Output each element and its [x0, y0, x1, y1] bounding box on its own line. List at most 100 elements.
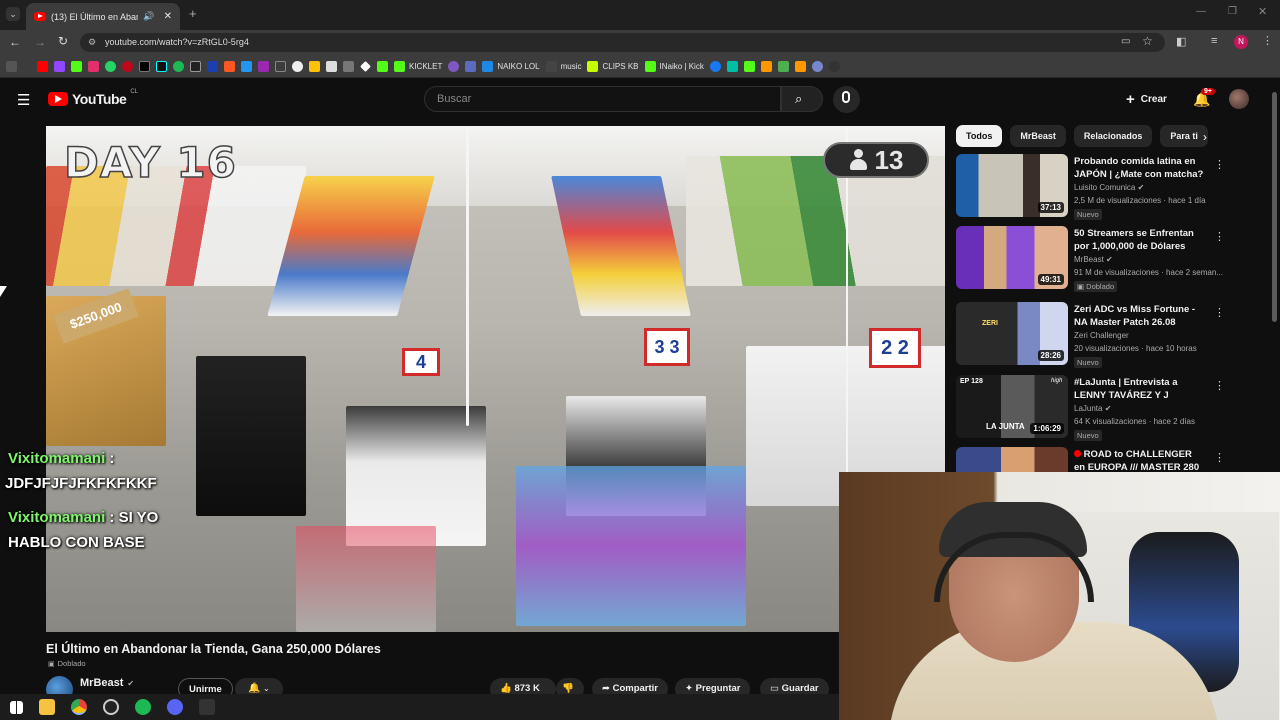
purple-bookmark-icon[interactable] — [258, 60, 269, 72]
diamond-bookmark-icon[interactable] — [360, 60, 371, 72]
youtube-logo[interactable]: YouTube CL — [48, 89, 138, 107]
dark-bookmark-icon[interactable] — [828, 60, 840, 72]
chip-todos[interactable]: Todos — [956, 125, 1003, 147]
brown-bookmark-icon[interactable] — [760, 60, 772, 72]
kick-bookmark-icon[interactable] — [71, 60, 82, 72]
url-bar[interactable]: ⚙ youtube.com/watch?v=zRtGL0-5rg4 — [80, 33, 1165, 52]
swirl-bookmark-icon[interactable] — [811, 60, 823, 72]
u-bookmark-icon[interactable] — [794, 60, 806, 72]
create-button[interactable]: + Crear — [1126, 91, 1167, 108]
blue2-bookmark-icon[interactable] — [241, 60, 252, 72]
file-explorer-icon[interactable] — [39, 699, 55, 715]
back-icon[interactable]: ← — [9, 35, 21, 49]
cat-bookmark-icon[interactable] — [326, 60, 337, 72]
facebook-bookmark-icon[interactable] — [709, 60, 721, 72]
site-info-icon[interactable]: ⚙ — [88, 33, 96, 52]
apps-grid-icon[interactable] — [6, 60, 17, 72]
windows-start-icon[interactable] — [10, 700, 23, 714]
browser-menu-icon[interactable]: ⋮ — [1262, 34, 1273, 47]
close-tab-icon[interactable]: ✕ — [164, 11, 172, 22]
rec-item-3[interactable]: ZERI 28:26 Zeri ADC vs Miss Fortune - NA… — [956, 302, 1226, 370]
minimize-icon[interactable]: — — [1196, 6, 1206, 17]
cast-icon[interactable]: ▭ — [1121, 36, 1130, 47]
reload-icon[interactable]: ↻ — [58, 34, 68, 48]
rec-thumbnail[interactable]: ZERI 28:26 — [956, 302, 1068, 365]
tab-youtube[interactable]: (13) El Último en Abandona 🔊 ✕ — [26, 3, 180, 30]
rec-channel[interactable]: LaJunta ✔ — [1074, 404, 1111, 413]
hamburger-menu-icon[interactable]: ☰ — [17, 91, 30, 109]
search-input[interactable]: Buscar — [424, 86, 781, 112]
close-window-icon[interactable]: ✕ — [1258, 5, 1267, 18]
rec-thumbnail[interactable]: EP 128 high LA JUNTA 1:06:29 — [956, 375, 1068, 438]
rec-title[interactable]: Probando comida latina en JAPÓN | ¿Mate … — [1074, 155, 1204, 181]
gray-bookmark-icon[interactable] — [343, 60, 354, 72]
rec-menu-icon[interactable]: ⋮ — [1214, 379, 1225, 392]
rec-thumbnail[interactable]: 49:31 — [956, 226, 1068, 289]
spotify-taskbar-icon[interactable] — [135, 699, 151, 715]
bookmark-naiko-kick[interactable]: INaiko | Kick — [644, 60, 704, 72]
green-bookmark-icon[interactable] — [377, 60, 388, 72]
rec-menu-icon[interactable]: ⋮ — [1214, 451, 1225, 464]
chip-para-ti[interactable]: Para ti — [1160, 125, 1208, 147]
profile-avatar[interactable]: N — [1234, 35, 1248, 49]
new-tab-button[interactable]: + — [189, 6, 197, 21]
chips-next-icon[interactable]: › — [1203, 130, 1207, 144]
shield-bookmark-icon[interactable] — [465, 60, 477, 72]
app-taskbar-icon[interactable] — [199, 699, 215, 715]
forward-icon[interactable]: → — [34, 35, 46, 49]
rec-channel[interactable]: Zeri Challenger — [1074, 331, 1129, 340]
page-scrollbar[interactable] — [1272, 92, 1277, 322]
rec-menu-icon[interactable]: ⋮ — [1214, 306, 1225, 319]
pinterest-bookmark-icon[interactable] — [122, 60, 133, 72]
green2-bookmark-icon[interactable] — [777, 60, 789, 72]
chrome-bookmark-icon[interactable] — [292, 60, 303, 72]
x-bookmark-icon[interactable] — [139, 60, 150, 72]
rec-thumbnail[interactable] — [956, 447, 1068, 472]
rec-channel[interactable]: MrBeast ✔ — [1074, 255, 1113, 264]
rec-menu-icon[interactable]: ⋮ — [1214, 230, 1225, 243]
notifications-button[interactable]: 🔔 9+ — [1193, 88, 1215, 109]
rec-title[interactable]: Zeri ADC vs Miss Fortune - NA Master Pat… — [1074, 303, 1204, 329]
account-avatar[interactable] — [1229, 89, 1249, 109]
instagram-bookmark-icon[interactable] — [88, 60, 99, 72]
bookmark-music[interactable]: music — [545, 60, 581, 72]
tab-list-icon[interactable]: ⌄ — [6, 7, 20, 21]
spotify-bookmark-icon[interactable] — [173, 60, 184, 72]
s-bookmark-icon[interactable] — [190, 60, 201, 72]
kick2-bookmark-icon[interactable] — [743, 60, 755, 72]
media-control-icon[interactable]: ≡ — [1211, 35, 1217, 47]
rec-channel[interactable]: Luisito Comunica ✔ — [1074, 183, 1144, 192]
twitch-bookmark-icon[interactable] — [54, 60, 65, 72]
rec-item-2[interactable]: 49:31 50 Streamers se Enfrentan por 1,00… — [956, 226, 1226, 294]
search-bookmark-icon[interactable] — [275, 60, 286, 72]
rec-thumbnail[interactable]: 37:13 — [956, 154, 1068, 217]
voice-search-button[interactable] — [833, 86, 860, 113]
rec-title[interactable]: ROAD to CHALLENGER en EUROPA /// MASTER … — [1074, 448, 1204, 472]
rec-title[interactable]: #LaJunta | Entrevista a LENNY TAVÁREZ Y … — [1074, 376, 1204, 402]
yellow-bookmark-icon[interactable] — [309, 60, 320, 72]
rec-item-4[interactable]: EP 128 high LA JUNTA 1:06:29 #LaJunta | … — [956, 375, 1226, 443]
discord-taskbar-icon[interactable] — [167, 699, 183, 715]
youtube-bookmark-icon[interactable] — [37, 60, 48, 72]
rec-item-1[interactable]: 37:13 Probando comida latina en JAPÓN | … — [956, 154, 1226, 222]
bookmark-clips-kb[interactable]: CLIPS KB — [587, 60, 639, 72]
tiktok-bookmark-icon[interactable] — [156, 60, 167, 72]
blue-bookmark-icon[interactable] — [207, 60, 218, 72]
search-button[interactable]: ⌕ — [781, 86, 823, 112]
purple2-bookmark-icon[interactable] — [448, 60, 460, 72]
obs-taskbar-icon[interactable] — [103, 699, 119, 715]
bookmark-naiko-lol[interactable]: NAIKO LOL — [482, 60, 540, 72]
bookmark-star-icon[interactable]: ☆ — [1142, 34, 1153, 48]
speaker-icon[interactable]: 🔊 — [143, 11, 154, 22]
channel-name[interactable]: MrBeast ✔ — [80, 677, 134, 689]
rec-menu-icon[interactable]: ⋮ — [1214, 158, 1225, 171]
restore-icon[interactable]: ❐ — [1228, 6, 1237, 17]
rec-title[interactable]: 50 Streamers se Enfrentan por 1,000,000 … — [1074, 227, 1204, 253]
chrome-taskbar-icon[interactable] — [71, 699, 87, 715]
orange-bookmark-icon[interactable] — [224, 60, 235, 72]
teal-bookmark-icon[interactable] — [726, 60, 738, 72]
rec-item-5[interactable]: ROAD to CHALLENGER en EUROPA /// MASTER … — [956, 447, 1226, 472]
chip-mrbeast[interactable]: MrBeast — [1010, 125, 1066, 147]
extensions-icon[interactable]: ◧ — [1176, 35, 1186, 48]
whatsapp-bookmark-icon[interactable] — [105, 60, 116, 72]
